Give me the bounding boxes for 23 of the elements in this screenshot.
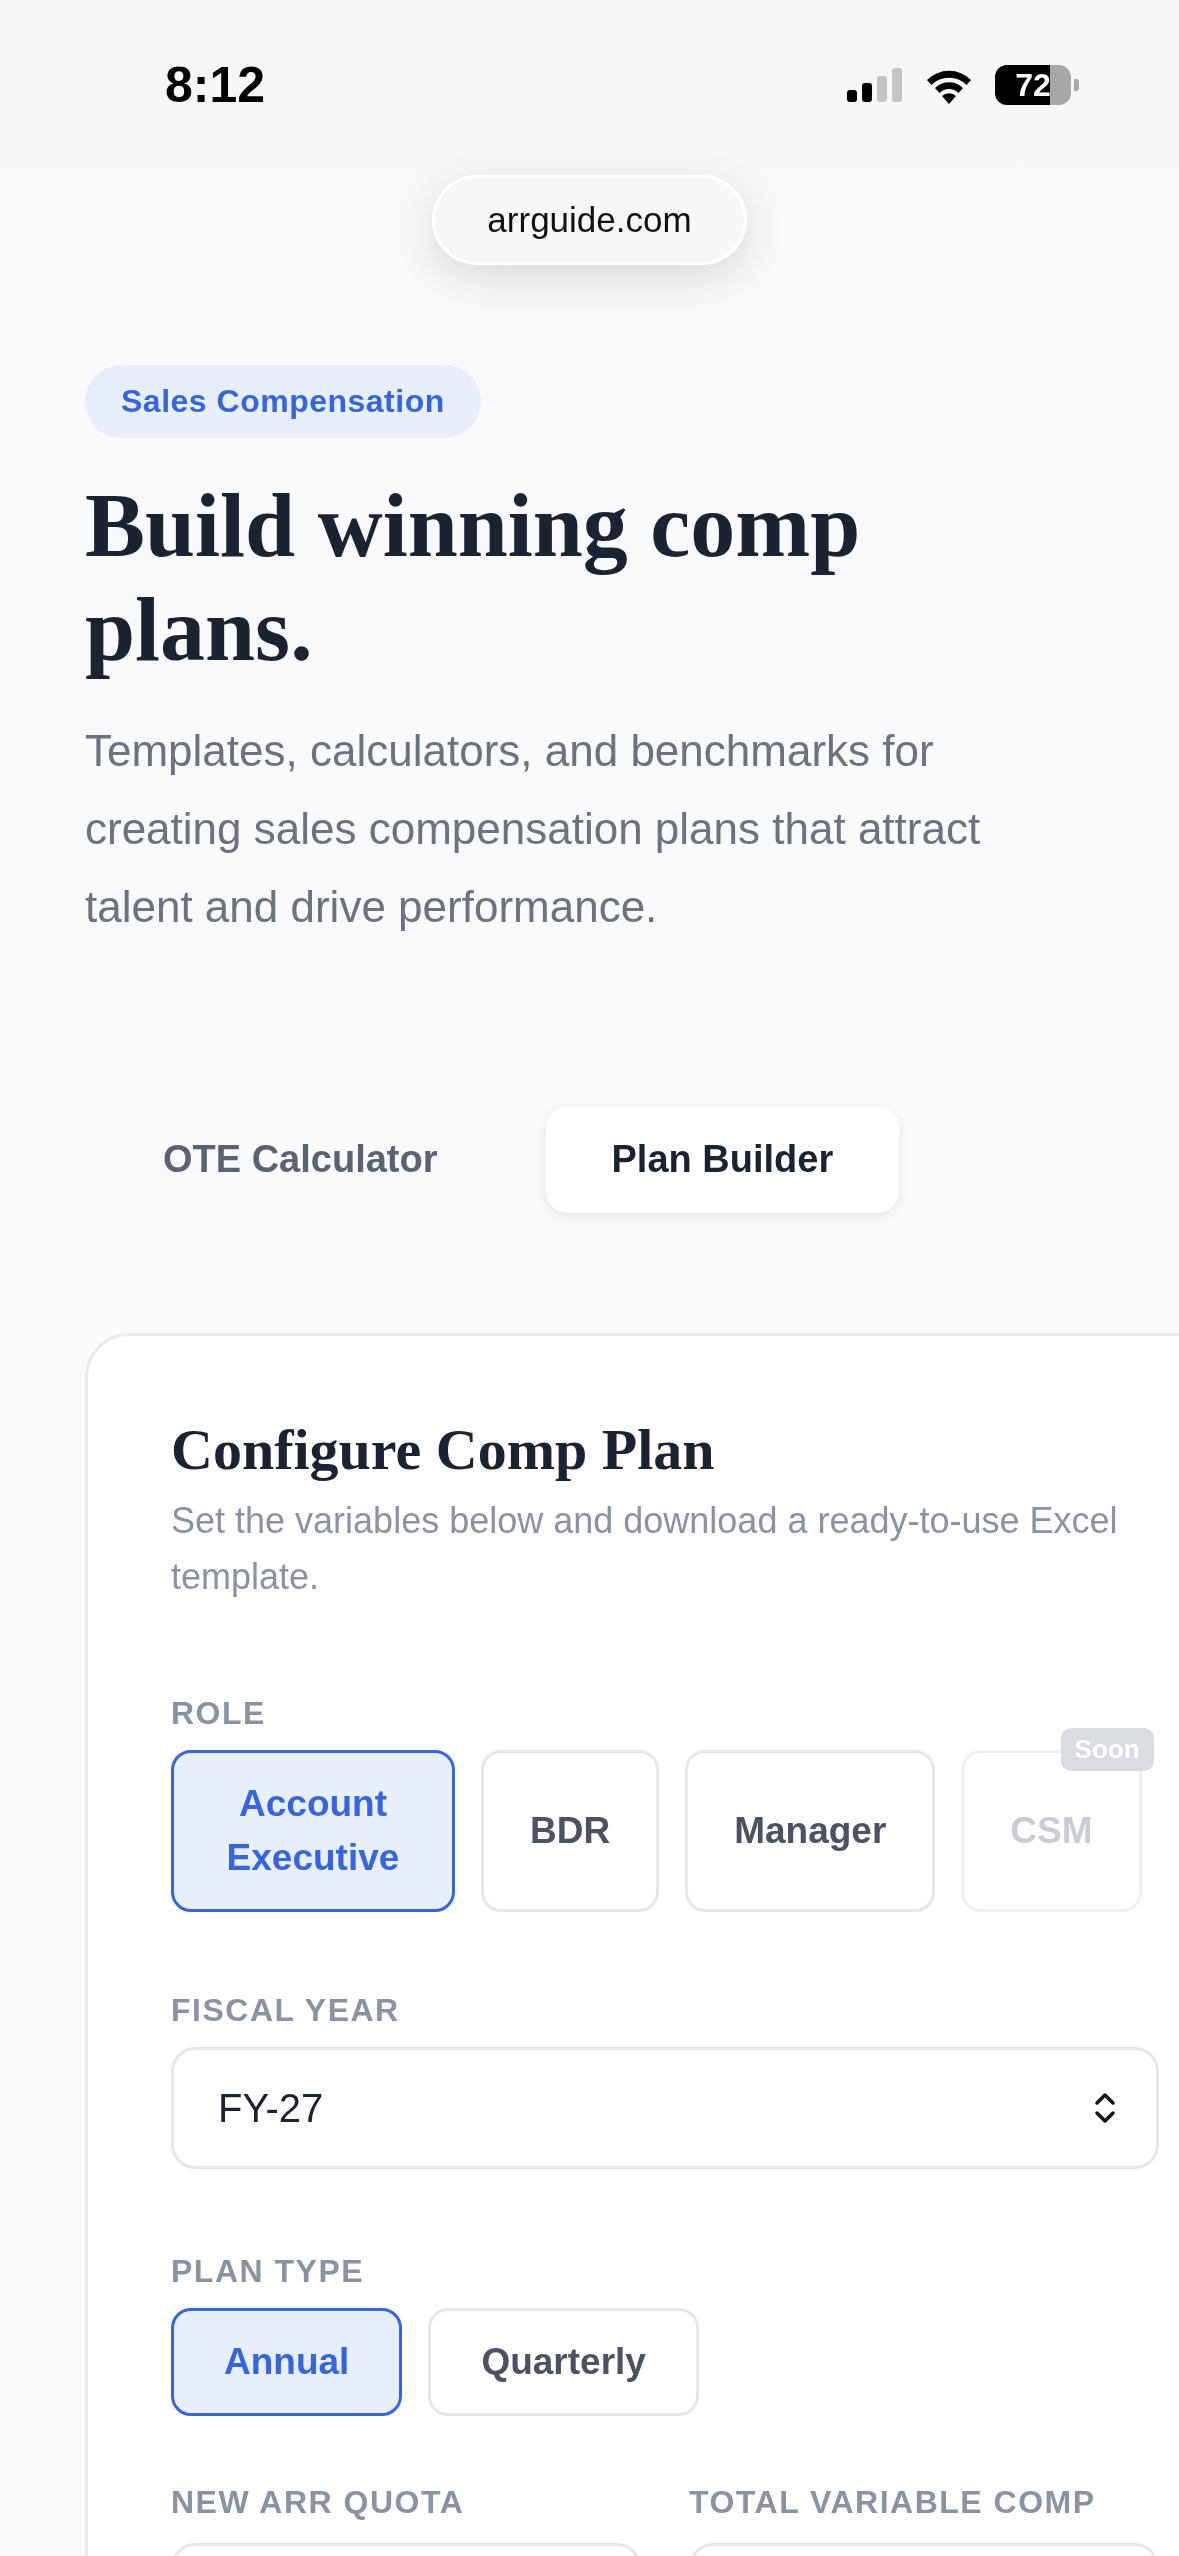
plan-type-option[interactable]: Quarterly	[428, 2308, 699, 2416]
field-label: TOTAL VARIABLE COMP	[689, 2484, 1097, 2521]
card-title: Configure Comp Plan	[171, 1416, 716, 1483]
page-title: Build winning comp plans.	[85, 475, 862, 681]
chevron-updown-icon	[1094, 2091, 1116, 2125]
signal-icon	[847, 68, 903, 102]
battery-indicator: 72	[995, 65, 1079, 105]
tab[interactable]: Plan Builder	[545, 1106, 900, 1213]
field-label: NEW ARR QUOTA	[171, 2484, 466, 2521]
card-subtitle: Set the variables below and download a ready-to-use Excel template.	[171, 1499, 1119, 1599]
status-time: 8:12	[165, 56, 266, 114]
fiscal-year-select[interactable]: FY-27	[171, 2047, 1159, 2169]
plan-type-option[interactable]: Annual	[171, 2308, 403, 2416]
role-option[interactable]: Account Executive	[171, 1750, 455, 1912]
field-label: ROLE	[171, 1695, 267, 1732]
category-badge: Sales Compensation	[85, 365, 481, 438]
field-label: FISCAL YEAR	[171, 1992, 401, 2029]
role-option[interactable]: BDR	[481, 1750, 660, 1912]
field-label: PLAN TYPE	[171, 2253, 366, 2290]
role-option[interactable]: Manager	[685, 1750, 936, 1912]
page-description: Templates, calculators, and benchmarks for creating sales compensation plans that attract talent and drive performance.	[85, 725, 982, 933]
tab[interactable]: OTE Calculator	[85, 1106, 516, 1213]
url-bar[interactable]: arrguide.com	[432, 175, 747, 265]
